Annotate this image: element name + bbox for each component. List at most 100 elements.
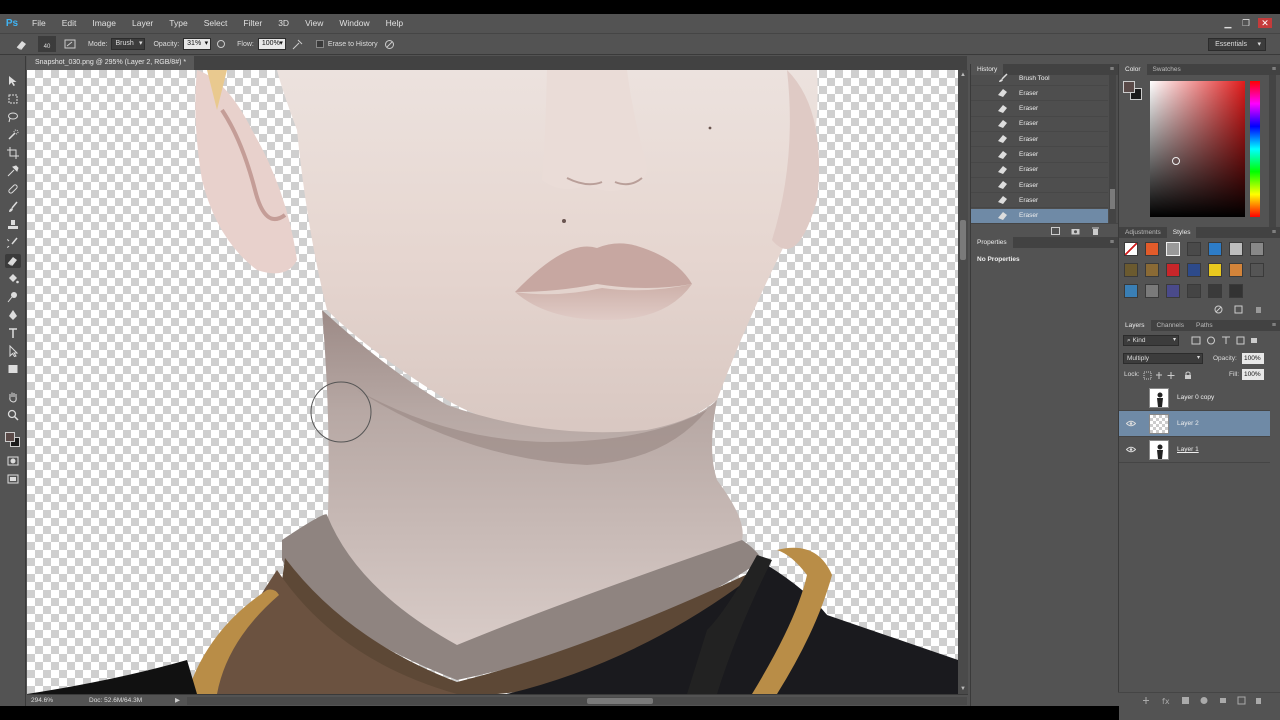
- scroll-up-icon[interactable]: ▲: [958, 70, 968, 80]
- tab-swatches[interactable]: Swatches: [1147, 64, 1187, 75]
- layer-row[interactable]: Layer 2: [1119, 411, 1270, 437]
- history-item[interactable]: Eraser: [971, 117, 1108, 132]
- mode-select[interactable]: Brush: [111, 38, 146, 50]
- foreground-color-swatch[interactable]: [5, 432, 15, 442]
- style-swatch[interactable]: [1124, 263, 1138, 277]
- tab-paths[interactable]: Paths: [1190, 320, 1219, 331]
- rectangle-tool[interactable]: [5, 362, 21, 376]
- hue-slider[interactable]: [1250, 81, 1260, 217]
- close-button[interactable]: ✕: [1258, 18, 1272, 28]
- style-swatch[interactable]: [1229, 263, 1243, 277]
- color-menu-icon[interactable]: ≡: [1272, 64, 1276, 75]
- layers-menu-icon[interactable]: ≡: [1272, 320, 1276, 331]
- crop-tool[interactable]: [5, 146, 21, 160]
- layer-filter-kind-select[interactable]: ⌕ Kind: [1123, 335, 1179, 346]
- history-source-checkbox[interactable]: [977, 104, 987, 114]
- style-swatch[interactable]: [1145, 263, 1159, 277]
- layer-name[interactable]: Layer 1: [1177, 446, 1199, 453]
- styles-menu-icon[interactable]: ≡: [1272, 227, 1276, 238]
- history-item[interactable]: Eraser: [971, 86, 1108, 102]
- color-panel-fg-bg[interactable]: [1123, 81, 1145, 103]
- tab-properties[interactable]: Properties: [971, 237, 1013, 248]
- layer-thumbnail[interactable]: [1149, 439, 1169, 460]
- airbrush-toggle[interactable]: [292, 36, 304, 52]
- lock-icons[interactable]: [1143, 371, 1195, 380]
- history-source-checkbox[interactable]: [977, 180, 987, 190]
- healing-brush-tool[interactable]: [5, 182, 21, 196]
- history-item[interactable]: Eraser: [971, 193, 1108, 209]
- style-swatch[interactable]: [1166, 284, 1180, 298]
- layer-thumbnail[interactable]: [1149, 387, 1169, 408]
- color-panel-scrollbar[interactable]: [1269, 75, 1276, 227]
- history-item[interactable]: Eraser: [971, 208, 1108, 224]
- tool-preset-picker[interactable]: [12, 36, 32, 52]
- new-style-icon[interactable]: [1234, 305, 1243, 314]
- paint-bucket-tool[interactable]: [5, 272, 21, 286]
- history-source-checkbox[interactable]: [977, 165, 987, 175]
- pressure-size-toggle[interactable]: [384, 36, 396, 52]
- vertical-scrollbar[interactable]: ▲ ▼: [958, 70, 968, 694]
- history-scrollbar[interactable]: [1109, 75, 1116, 223]
- flow-select[interactable]: 100%: [257, 38, 286, 50]
- trash-icon[interactable]: [1091, 227, 1100, 235]
- pen-tool[interactable]: [5, 308, 21, 322]
- pressure-opacity-toggle[interactable]: [215, 36, 227, 52]
- fill-field[interactable]: 100%: [1242, 369, 1264, 380]
- blend-mode-select[interactable]: Multiply: [1123, 353, 1203, 364]
- eyedropper-tool[interactable]: [5, 164, 21, 178]
- status-menu-arrow-icon[interactable]: ▶: [175, 695, 180, 706]
- document-tab[interactable]: Snapshot_030.png @ 295% (Layer 2, RGB/8#…: [27, 56, 195, 70]
- zoom-tool[interactable]: [5, 408, 21, 422]
- style-swatch[interactable]: [1124, 242, 1138, 256]
- color-field[interactable]: [1150, 81, 1245, 217]
- history-source-checkbox[interactable]: [977, 119, 987, 129]
- screen-mode-toggle[interactable]: [5, 472, 21, 486]
- eraser-tool[interactable]: [5, 254, 21, 268]
- history-item[interactable]: Eraser: [971, 132, 1108, 148]
- style-swatch[interactable]: [1166, 263, 1180, 277]
- menu-image[interactable]: Image: [84, 14, 124, 32]
- menu-edit[interactable]: Edit: [54, 14, 85, 32]
- vertical-scroll-thumb[interactable]: [960, 220, 966, 260]
- style-swatch[interactable]: [1229, 284, 1243, 298]
- history-source-checkbox[interactable]: [977, 150, 987, 160]
- menu-window[interactable]: Window: [331, 14, 377, 32]
- quick-selection-tool[interactable]: [5, 128, 21, 142]
- layer-row[interactable]: Layer 0 copy: [1119, 385, 1270, 411]
- history-scroll-thumb[interactable]: [1110, 189, 1115, 209]
- layer-thumbnail[interactable]: [1149, 413, 1169, 434]
- tab-channels[interactable]: Channels: [1151, 320, 1190, 331]
- style-swatch[interactable]: [1145, 284, 1159, 298]
- style-swatch[interactable]: [1208, 263, 1222, 277]
- brush-tool[interactable]: [5, 200, 21, 214]
- menu-3d[interactable]: 3D: [270, 14, 297, 32]
- style-swatch[interactable]: [1187, 263, 1201, 277]
- style-swatch[interactable]: [1208, 284, 1222, 298]
- hand-tool[interactable]: [5, 390, 21, 404]
- new-document-from-state-icon[interactable]: [1051, 227, 1060, 235]
- history-item[interactable]: Eraser: [971, 148, 1108, 163]
- type-tool[interactable]: [5, 326, 21, 340]
- layer-opacity-field[interactable]: 100%: [1242, 353, 1264, 364]
- history-source-checkbox[interactable]: [977, 88, 987, 98]
- history-brush-tool[interactable]: [5, 236, 21, 250]
- history-source-checkbox[interactable]: [977, 195, 987, 205]
- style-swatch[interactable]: [1124, 284, 1138, 298]
- camera-icon[interactable]: [1071, 227, 1080, 235]
- brush-preset-picker[interactable]: 40: [38, 36, 56, 52]
- brush-panel-toggle[interactable]: [60, 36, 80, 52]
- scroll-down-icon[interactable]: ▼: [958, 684, 968, 694]
- properties-menu-icon[interactable]: ≡: [1110, 237, 1114, 248]
- menu-help[interactable]: Help: [378, 14, 411, 32]
- tab-color[interactable]: Color: [1119, 64, 1147, 75]
- style-swatch[interactable]: [1166, 242, 1180, 256]
- history-item[interactable]: Eraser: [971, 102, 1108, 117]
- eye-icon[interactable]: [1125, 445, 1137, 455]
- history-item[interactable]: Brush Tool: [971, 71, 1108, 86]
- color-panel-foreground-swatch[interactable]: [1123, 81, 1135, 93]
- delete-style-icon[interactable]: [1254, 305, 1263, 314]
- opacity-select[interactable]: 31%: [183, 38, 212, 50]
- menu-type[interactable]: Type: [161, 14, 195, 32]
- path-selection-tool[interactable]: [5, 344, 21, 358]
- zoom-level[interactable]: 294.6%: [31, 695, 53, 706]
